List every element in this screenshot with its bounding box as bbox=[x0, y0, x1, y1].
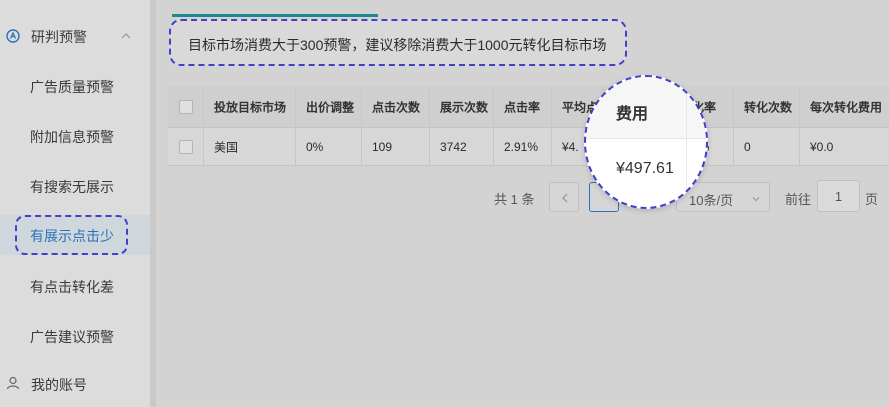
magnifier-divider bbox=[686, 77, 687, 207]
column-header[interactable]: 出价调整 bbox=[296, 86, 362, 127]
sidebar-item-label: 有搜索无展示 bbox=[30, 179, 114, 195]
sidebar-group-analysis[interactable]: 研判预警 bbox=[0, 16, 150, 56]
table-cell: 2.91% bbox=[494, 128, 552, 165]
sidebar-item-label: 广告质量预警 bbox=[30, 79, 114, 95]
table-cell: 0 bbox=[734, 128, 800, 165]
sidebar-item-extension-info[interactable]: 附加信息预警 bbox=[0, 116, 150, 156]
select-all-checkbox[interactable] bbox=[179, 99, 193, 114]
sidebar-item-ad-suggestion[interactable]: 广告建议预警 bbox=[0, 316, 150, 356]
sidebar-item-my-account[interactable]: 我的账号 bbox=[0, 366, 150, 402]
user-icon bbox=[6, 376, 20, 390]
sidebar-item-click-low-conversion[interactable]: 有点击转化差 bbox=[0, 266, 150, 306]
sidebar-item-impression-low-click[interactable]: 有展示点击少 bbox=[0, 215, 150, 255]
magnifier-callout: 费用 ¥497.61 bbox=[584, 75, 708, 209]
sidebar-group-label: 研判预警 bbox=[31, 29, 87, 45]
chevron-down-icon bbox=[752, 197, 760, 202]
sidebar-item-label: 广告建议预警 bbox=[30, 329, 114, 345]
table-row: 美国 0% 109 3742 2.91% ¥4. 0% 0 ¥0.0 bbox=[168, 128, 889, 166]
magnifier-header-label: 费用 bbox=[616, 106, 649, 123]
sidebar: 研判预警 广告质量预警 附加信息预警 有搜索无展示 有展示点击少 有点击转化差 … bbox=[0, 0, 150, 407]
column-header[interactable]: 展示次数 bbox=[430, 86, 494, 127]
table-cell: 3742 bbox=[430, 128, 494, 165]
table-header: 投放目标市场 出价调整 点击次数 展示次数 点击率 平均点 费用 化率 转化次数… bbox=[168, 86, 889, 128]
sidebar-item-label: 有展示点击少 bbox=[30, 228, 114, 244]
magnifier-value: ¥497.61 bbox=[616, 160, 674, 177]
table-cell: 0% bbox=[296, 128, 362, 165]
alert-banner: 目标市场消费大于300预警，建议移除消费大于1000元转化目标市场 bbox=[169, 19, 627, 66]
chevron-up-icon[interactable] bbox=[120, 30, 132, 42]
sidebar-divider bbox=[150, 0, 156, 407]
goto-page-input[interactable]: 1 bbox=[817, 180, 860, 212]
data-table: 投放目标市场 出价调整 点击次数 展示次数 点击率 平均点 费用 化率 转化次数… bbox=[168, 86, 889, 166]
magnifier-header: 费用 bbox=[586, 77, 706, 139]
page-size-value: 10条/页 bbox=[689, 193, 734, 208]
chevron-left-icon bbox=[562, 193, 568, 203]
alert-text: 目标市场消费大于300预警，建议移除消费大于1000元转化目标市场 bbox=[188, 37, 607, 53]
column-header[interactable]: 转化次数 bbox=[734, 86, 800, 127]
page-suffix-label: 页 bbox=[865, 192, 879, 207]
row-checkbox[interactable] bbox=[179, 139, 193, 154]
table-cell: 109 bbox=[362, 128, 430, 165]
sidebar-item-search-no-impression[interactable]: 有搜索无展示 bbox=[0, 166, 150, 206]
table-cell: 美国 bbox=[204, 128, 296, 165]
column-header[interactable]: 投放目标市场 bbox=[204, 86, 296, 127]
row-checkbox-cell bbox=[168, 128, 204, 165]
sidebar-item-label: 我的账号 bbox=[31, 377, 87, 393]
sidebar-item-label: 附加信息预警 bbox=[30, 129, 114, 145]
column-header[interactable]: 点击次数 bbox=[362, 86, 430, 127]
prev-page-button[interactable] bbox=[549, 182, 579, 212]
shield-icon bbox=[6, 29, 20, 43]
column-header[interactable]: 每次转化费用 bbox=[800, 86, 889, 127]
goto-label: 前往 bbox=[785, 192, 812, 207]
pagination-total: 共 1 条 bbox=[494, 192, 535, 207]
table-cell: ¥0.0 bbox=[810, 139, 834, 154]
sidebar-item-label: 有点击转化差 bbox=[30, 279, 114, 295]
header-checkbox-cell bbox=[168, 86, 204, 127]
sidebar-item-ad-quality[interactable]: 广告质量预警 bbox=[0, 66, 150, 106]
tab-active-indicator bbox=[172, 14, 378, 17]
column-header[interactable]: 点击率 bbox=[494, 86, 552, 127]
